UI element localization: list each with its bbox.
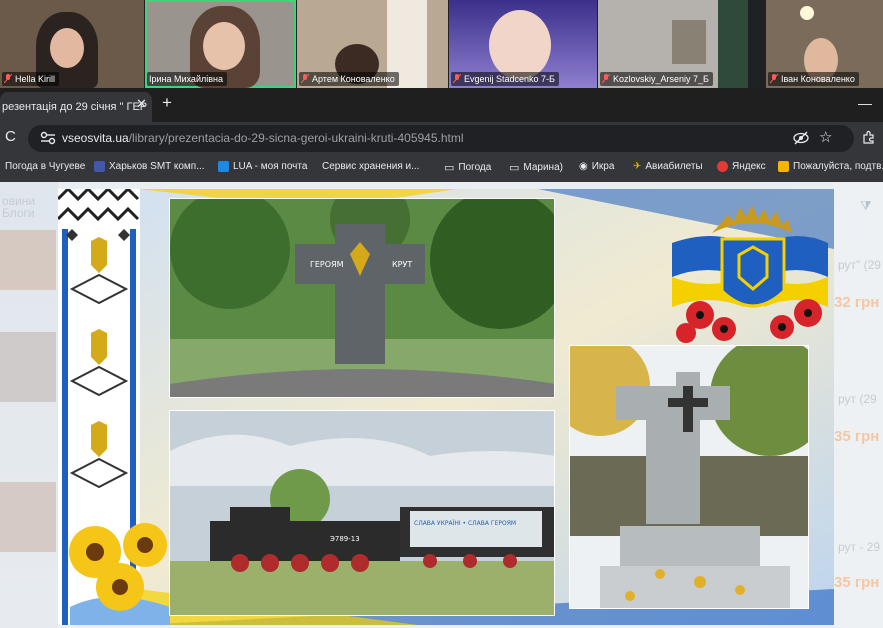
bookmark-label: Яндекс	[732, 161, 766, 172]
folder-icon: ▭	[509, 162, 520, 174]
filter-icon: ⧩	[860, 198, 872, 213]
bookmark-label: Марина)	[523, 162, 563, 173]
participant-name-text: Hella Kirill	[15, 74, 56, 84]
participant-background	[672, 20, 706, 64]
url-host: vseosvita.ua	[62, 131, 129, 145]
participant-name-text: Kozlovskiy_Arseniy 7_Б	[613, 74, 709, 84]
bookmark-label: Погода в Чугуеве	[5, 161, 86, 172]
mic-muted-icon	[770, 74, 778, 84]
train-banner-text: СЛАВА УКРАЇНІ • СЛАВА ГЕРОЯМ	[414, 520, 516, 527]
participant-tile-active[interactable]: Ірина Михайлівна	[145, 0, 296, 88]
participant-name: Evgenij Stadcenko 7-Б	[451, 72, 559, 86]
participant-tile[interactable]: Hella Kirill	[0, 0, 144, 88]
faint-heading: Блоги	[2, 206, 35, 220]
participant-name: Іван Коноваленко	[768, 72, 859, 86]
bookmark-item[interactable]: ◉ Икра	[579, 161, 614, 172]
bookmark-item[interactable]: Харьков SMT комп...	[94, 161, 205, 172]
new-tab-button[interactable]: +	[162, 93, 172, 113]
folder-icon: ▭	[444, 162, 455, 174]
coat-of-arms-emblem	[672, 205, 828, 343]
participant-tile[interactable]: Kozlovskiy_Arseniy 7_Б	[598, 0, 748, 88]
lamp	[800, 6, 814, 20]
participant-tile[interactable]: Іван Коноваленко	[766, 0, 883, 88]
url-path: /library/prezentacia-do-29-sicna-geroi-u…	[128, 131, 464, 145]
yandex-icon	[717, 161, 728, 172]
faint-text: рут (29	[838, 392, 877, 406]
memorial-cross-photo	[569, 345, 809, 609]
participant-face	[50, 28, 84, 68]
bookmark-label: Сервис хранения и...	[322, 161, 420, 172]
faint-thumbnail	[0, 332, 56, 402]
faint-thumbnail	[0, 482, 56, 552]
participant-video	[718, 0, 748, 88]
mic-muted-icon	[301, 74, 309, 84]
bookmark-item[interactable]: Погода в Чугуеве	[5, 161, 85, 172]
bookmark-folder[interactable]: ▭ Погода	[444, 161, 491, 174]
participant-face	[203, 22, 245, 70]
participant-tile[interactable]: Evgenij Stadcenko 7-Б	[449, 0, 597, 88]
extensions-icon[interactable]	[862, 130, 876, 144]
monument-label-right: КРУТ	[392, 260, 412, 269]
participant-name-text: Артем Коноваленко	[312, 74, 395, 84]
faint-price: 35 грн	[834, 574, 880, 591]
faint-price: 35 грн	[834, 428, 880, 445]
monument-label-left: ГЕРОЯМ	[310, 260, 344, 269]
participants-strip: Hella Kirill Ірина Михайлівна Артем Коно…	[0, 0, 883, 88]
bookmark-item[interactable]: LUA - моя почта	[218, 161, 307, 172]
presentation-slide: ГЕРОЯМ КРУТ СЛАВА УКРАЇНІ • СЛАВА ГЕРОЯМ…	[58, 189, 834, 625]
mic-muted-icon	[602, 74, 610, 84]
close-tab-icon[interactable]: ✕	[136, 96, 147, 112]
participant-name: Ірина Михайлівна	[147, 72, 227, 86]
mic-muted-icon	[4, 74, 12, 84]
faint-text: рут" (29	[838, 258, 881, 272]
participant-name-text: Ірина Михайлівна	[149, 74, 223, 84]
plane-icon: ✈	[633, 161, 642, 172]
bookmark-label: Икра	[591, 161, 615, 172]
bookmark-favicon-icon	[94, 161, 105, 172]
sunflowers-decoration	[69, 523, 170, 625]
bookmark-folder[interactable]: ▭ Марина)	[509, 161, 563, 174]
bookmark-label: Погода	[458, 162, 492, 173]
faint-thumbnail	[0, 230, 56, 290]
url-text[interactable]: vseosvita.ua/library/prezentacia-do-29-s…	[62, 131, 464, 145]
participant-name-text: Evgenij Stadcenko 7-Б	[464, 74, 555, 84]
eye-off-icon[interactable]	[793, 130, 809, 146]
bookmark-favicon-icon	[218, 161, 229, 172]
train-number: Э789-13	[330, 535, 360, 543]
tab-title: резентація до 29 січня " ГЕР	[2, 101, 148, 113]
participant-name: Hella Kirill	[2, 72, 60, 86]
reload-button[interactable]: C	[5, 128, 16, 145]
bookmark-label: Харьков SMT комп...	[109, 161, 205, 172]
participant-name-text: Іван Коноваленко	[781, 74, 855, 84]
monument-photo: ГЕРОЯМ КРУТ	[169, 198, 555, 398]
memorial-cross-drawing	[570, 346, 808, 608]
train-photo-drawing: СЛАВА УКРАЇНІ • СЛАВА ГЕРОЯМ Э789-13	[170, 411, 554, 615]
bookmark-label: LUA - моя почта	[233, 161, 308, 172]
monument-photo-drawing: ГЕРОЯМ КРУТ	[170, 199, 554, 397]
bookmark-item[interactable]: Яндекс	[717, 161, 766, 172]
minimize-window-button[interactable]: —	[858, 95, 872, 111]
mic-muted-icon	[453, 74, 461, 84]
globe-icon: ◉	[579, 161, 588, 172]
bookmark-item[interactable]: Сервис хранения и...	[322, 161, 419, 172]
bookmark-label: Пожалуйста, подтв...	[793, 161, 883, 172]
bookmark-label: Авиабилеты	[645, 161, 703, 172]
faint-price: 32 грн	[834, 294, 880, 311]
faint-text: рут - 29	[838, 540, 881, 554]
participant-tile[interactable]: Артем Коноваленко	[297, 0, 448, 88]
bookmark-item[interactable]: Пожалуйста, подтв...	[778, 161, 883, 172]
bookmark-item[interactable]: ✈ Авиабилеты	[633, 161, 703, 172]
site-info-icon[interactable]	[40, 131, 56, 145]
participant-name: Артем Коноваленко	[299, 72, 399, 86]
participant-name: Kozlovskiy_Arseniy 7_Б	[600, 72, 713, 86]
bookmark-star-icon[interactable]: ☆	[819, 128, 832, 146]
participant-face	[489, 10, 551, 80]
bookmark-favicon-icon	[778, 161, 789, 172]
train-photo: СЛАВА УКРАЇНІ • СЛАВА ГЕРОЯМ Э789-13	[169, 410, 555, 616]
browser-tab[interactable]: резентація до 29 січня " ГЕР	[0, 92, 152, 122]
